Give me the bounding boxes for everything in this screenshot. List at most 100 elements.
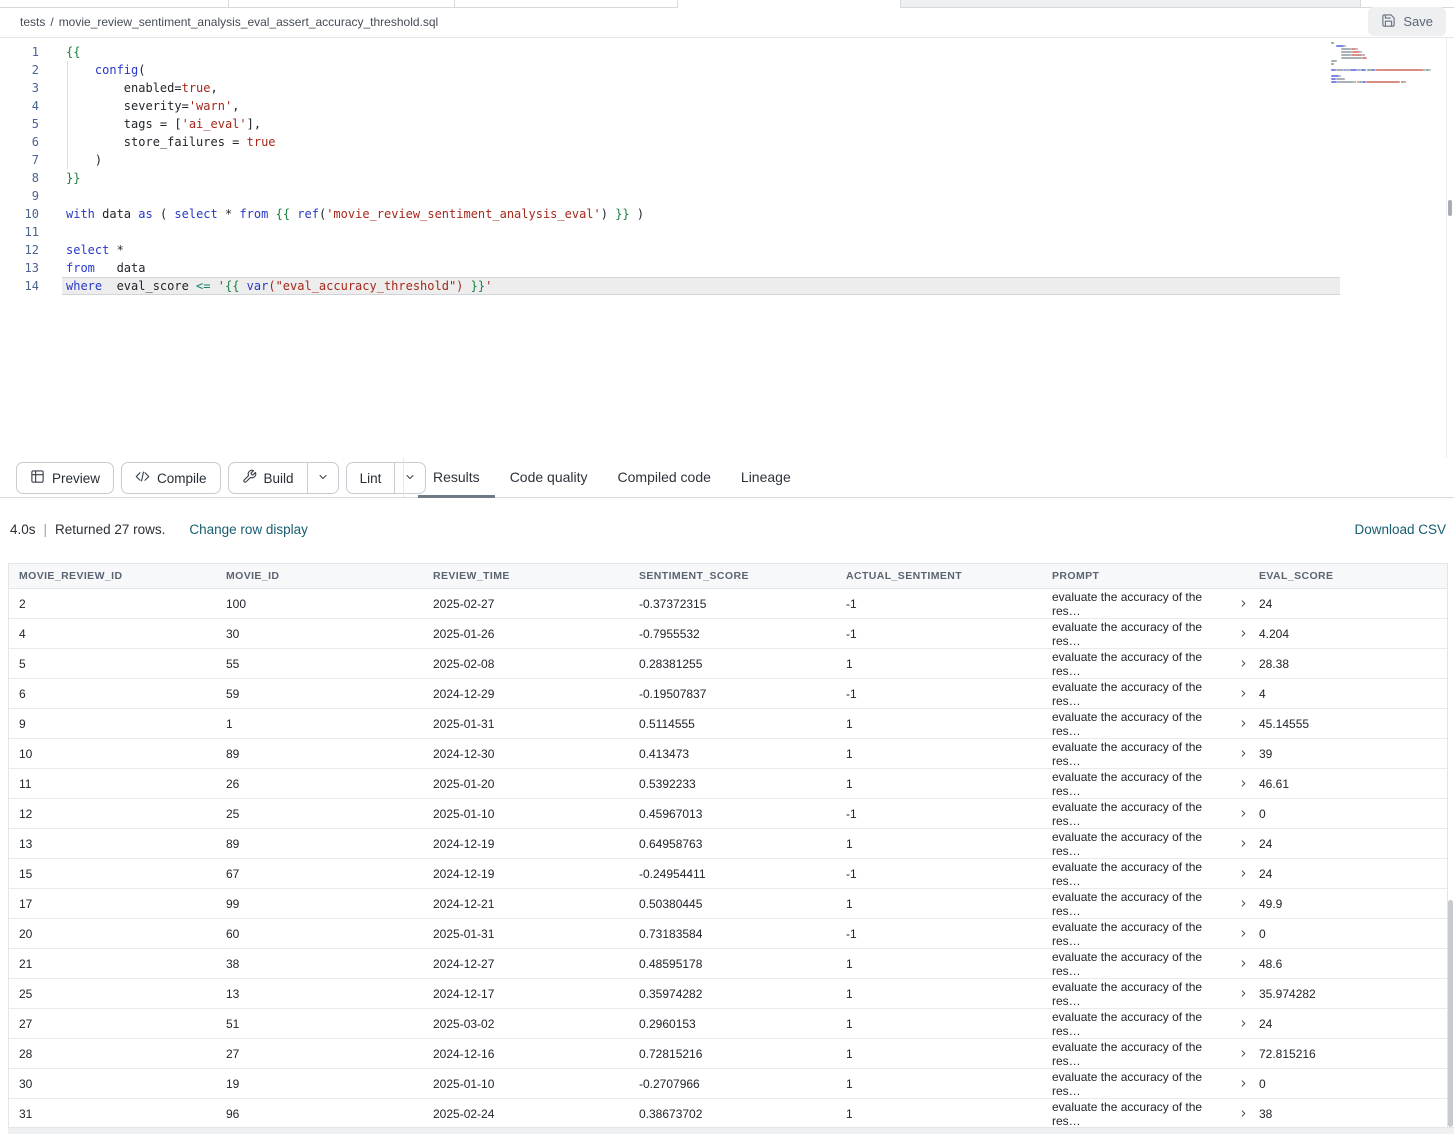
build-button[interactable]: Build: [229, 463, 307, 493]
table-cell: 28: [9, 1039, 216, 1068]
expand-prompt-icon[interactable]: [1238, 988, 1249, 999]
expand-prompt-icon[interactable]: [1238, 778, 1249, 789]
expand-prompt-icon[interactable]: [1238, 958, 1249, 969]
code-line[interactable]: store_failures = true: [48, 133, 1334, 151]
results-table-body: 21002025-02-27-0.37372315-1evaluate the …: [9, 589, 1447, 1129]
breadcrumb-root[interactable]: tests: [20, 15, 45, 29]
prompt-cell: evaluate the accuracy of the res…: [1042, 919, 1249, 948]
expand-prompt-icon[interactable]: [1238, 1048, 1249, 1059]
code-line[interactable]: [48, 187, 1334, 205]
table-cell: 0: [1249, 1069, 1447, 1098]
expand-prompt-icon[interactable]: [1238, 718, 1249, 729]
code-line[interactable]: from data: [48, 259, 1334, 277]
code-line[interactable]: {{: [48, 43, 1334, 61]
compile-button[interactable]: Compile: [121, 462, 221, 494]
table-cell: 2024-12-19: [423, 829, 629, 858]
save-button[interactable]: Save: [1368, 7, 1446, 36]
table-cell: 1: [836, 829, 1042, 858]
expand-prompt-icon[interactable]: [1238, 1078, 1249, 1089]
build-dropdown-toggle[interactable]: [307, 463, 338, 493]
code-line[interactable]: tags = ['ai_eval'],: [48, 115, 1334, 133]
table-cell: 4: [9, 619, 216, 648]
expand-prompt-icon[interactable]: [1238, 868, 1249, 879]
expand-prompt-icon[interactable]: [1238, 838, 1249, 849]
preview-button[interactable]: Preview: [16, 462, 114, 494]
table-row: 25132024-12-170.359742821evaluate the ac…: [9, 979, 1447, 1009]
table-row: 20602025-01-310.73183584-1evaluate the a…: [9, 919, 1447, 949]
table-cell: 1: [836, 949, 1042, 978]
expand-prompt-icon[interactable]: [1238, 658, 1249, 669]
table-cell: 2025-01-31: [423, 709, 629, 738]
line-number: 12: [0, 241, 39, 259]
prompt-cell: evaluate the accuracy of the res…: [1042, 679, 1249, 708]
horizontal-scrollbar[interactable]: [8, 1127, 1454, 1134]
table-cell: 1: [836, 769, 1042, 798]
table-row: 30192025-01-10-0.27079661evaluate the ac…: [9, 1069, 1447, 1099]
table-cell: 2: [9, 589, 216, 618]
code-line[interactable]: select *: [48, 241, 1334, 259]
expand-prompt-icon[interactable]: [1238, 688, 1249, 699]
table-cell: 1: [836, 1039, 1042, 1068]
table-row: 27512025-03-020.29601531evaluate the acc…: [9, 1009, 1447, 1039]
table-cell: 2024-12-21: [423, 889, 629, 918]
tab-code-quality[interactable]: Code quality: [495, 458, 603, 497]
table-cell: 0: [1249, 799, 1447, 828]
editor-scrollbar-thumb[interactable]: [1448, 200, 1452, 216]
expand-prompt-icon[interactable]: [1238, 1108, 1249, 1119]
prompt-preview-text: evaluate the accuracy of the res…: [1052, 650, 1233, 678]
table-cell: 0.2960153: [629, 1009, 836, 1038]
table-cell: 17: [9, 889, 216, 918]
table-scrollbar-thumb[interactable]: [1448, 900, 1453, 1127]
table-cell: 1: [836, 1069, 1042, 1098]
table-cell: 0.64958763: [629, 829, 836, 858]
change-row-display-link[interactable]: Change row display: [189, 522, 308, 537]
prompt-preview-text: evaluate the accuracy of the res…: [1052, 950, 1233, 978]
table-cell: 45.14555: [1249, 709, 1447, 738]
table-cell: 55: [216, 649, 423, 678]
code-line[interactable]: config(: [48, 61, 1334, 79]
prompt-preview-text: evaluate the accuracy of the res…: [1052, 1010, 1233, 1038]
tab-results[interactable]: Results: [418, 458, 495, 497]
sql-code-editor[interactable]: 1234567891011121314 {{ config( enabled=t…: [0, 38, 1454, 458]
editor-code[interactable]: {{ config( enabled=true, severity='warn'…: [48, 43, 1334, 295]
table-cell: 25: [9, 979, 216, 1008]
code-line[interactable]: enabled=true,: [48, 79, 1334, 97]
code-line[interactable]: ): [48, 151, 1334, 169]
expand-prompt-icon[interactable]: [1238, 628, 1249, 639]
expand-prompt-icon[interactable]: [1238, 748, 1249, 759]
code-line[interactable]: where eval_score <= '{{ var("eval_accura…: [62, 277, 1340, 295]
prompt-cell: evaluate the accuracy of the res…: [1042, 1039, 1249, 1068]
prompt-cell: evaluate the accuracy of the res…: [1042, 709, 1249, 738]
code-line[interactable]: }}: [48, 169, 1334, 187]
lint-button[interactable]: Lint: [347, 463, 395, 493]
build-button-label: Build: [264, 471, 294, 486]
code-line[interactable]: with data as ( select * from {{ ref('mov…: [48, 205, 1334, 223]
code-line[interactable]: [48, 223, 1334, 241]
save-icon: [1381, 13, 1396, 31]
table-cell: 59: [216, 679, 423, 708]
column-header-review-time: REVIEW_TIME: [423, 564, 629, 588]
tab-lineage[interactable]: Lineage: [726, 458, 806, 497]
expand-prompt-icon[interactable]: [1238, 898, 1249, 909]
column-header-actual-sentiment: ACTUAL_SENTIMENT: [836, 564, 1042, 588]
download-csv-link[interactable]: Download CSV: [1354, 522, 1446, 537]
expand-prompt-icon[interactable]: [1238, 808, 1249, 819]
table-cell: 2025-02-24: [423, 1099, 629, 1128]
status-separator: |: [44, 522, 48, 537]
line-number: 3: [0, 79, 39, 97]
table-cell: 2025-01-31: [423, 919, 629, 948]
code-line[interactable]: severity='warn',: [48, 97, 1334, 115]
table-cell: -0.7955532: [629, 619, 836, 648]
file-tab-strip[interactable]: [0, 0, 1454, 8]
table-row: 21002025-02-27-0.37372315-1evaluate the …: [9, 589, 1447, 619]
expand-prompt-icon[interactable]: [1238, 1018, 1249, 1029]
tab-divider: [1360, 0, 1361, 8]
editor-minimap[interactable]: [1331, 42, 1443, 84]
expand-prompt-icon[interactable]: [1238, 598, 1249, 609]
table-cell: 0.45967013: [629, 799, 836, 828]
line-number: 1: [0, 43, 39, 61]
inactive-tab[interactable]: [900, 0, 1360, 7]
table-row: 31962025-02-240.386737021evaluate the ac…: [9, 1099, 1447, 1129]
tab-compiled-code[interactable]: Compiled code: [603, 458, 726, 497]
expand-prompt-icon[interactable]: [1238, 928, 1249, 939]
